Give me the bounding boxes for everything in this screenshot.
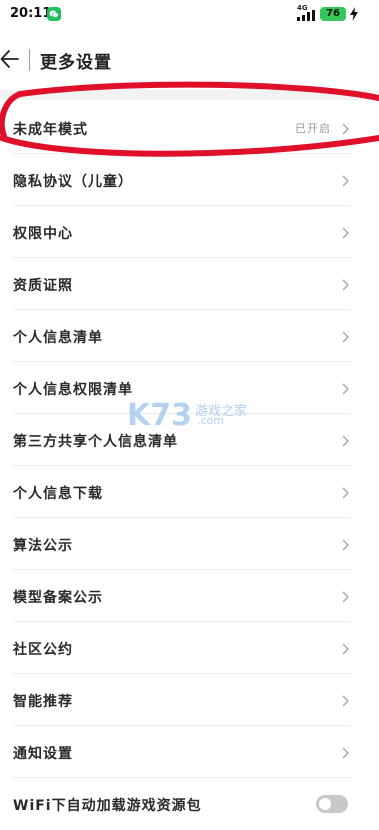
chevron-right-icon bbox=[342, 227, 349, 239]
page-title: 更多设置 bbox=[40, 53, 112, 73]
status-bar: 20:11 4G 76 bbox=[0, 0, 379, 28]
row-label: 第三方共享个人信息清单 bbox=[13, 434, 178, 450]
setting-community-rules[interactable]: 社区公约 bbox=[0, 622, 379, 674]
charging-icon bbox=[350, 7, 358, 21]
header-divider bbox=[29, 49, 30, 71]
toggle-knob bbox=[319, 798, 331, 810]
row-label: 权限中心 bbox=[13, 226, 73, 242]
chevron-right-icon bbox=[342, 747, 349, 759]
chevron-right-icon bbox=[342, 695, 349, 707]
setting-permission-center[interactable]: 权限中心 bbox=[0, 206, 379, 258]
setting-third-party-sharing[interactable]: 第三方共享个人信息清单 bbox=[0, 414, 379, 466]
setting-qualifications[interactable]: 资质证照 bbox=[0, 258, 379, 310]
chevron-right-icon bbox=[342, 123, 349, 135]
row-label: 未成年模式 bbox=[13, 122, 88, 138]
chevron-right-icon bbox=[342, 175, 349, 187]
setting-child-privacy[interactable]: 隐私协议（儿童） bbox=[0, 154, 379, 206]
setting-personal-info-list[interactable]: 个人信息清单 bbox=[0, 310, 379, 362]
settings-list: 未成年模式 已开启 隐私协议（儿童） 权限中心 资质证照 个人信息清单 个人信息… bbox=[0, 102, 379, 830]
chevron-right-icon bbox=[342, 383, 349, 395]
row-label: 社区公约 bbox=[13, 642, 73, 658]
signal-icon bbox=[297, 10, 315, 21]
chevron-right-icon bbox=[342, 435, 349, 447]
battery-indicator: 76 bbox=[320, 7, 346, 21]
row-label: 通知设置 bbox=[13, 746, 73, 762]
wechat-notification-icon bbox=[47, 7, 61, 21]
setting-smart-recommend[interactable]: 智能推荐 bbox=[0, 674, 379, 726]
status-time: 20:11 bbox=[10, 6, 52, 21]
row-label: 资质证照 bbox=[13, 278, 73, 294]
setting-algorithm-disclosure[interactable]: 算法公示 bbox=[0, 518, 379, 570]
row-label: 个人信息权限清单 bbox=[13, 382, 133, 398]
row-label: 隐私协议（儿童） bbox=[13, 174, 133, 190]
chevron-right-icon bbox=[342, 643, 349, 655]
chevron-right-icon bbox=[342, 539, 349, 551]
chevron-right-icon bbox=[342, 591, 349, 603]
back-arrow-icon[interactable] bbox=[0, 48, 20, 70]
chevron-right-icon bbox=[342, 331, 349, 343]
row-status-value: 已开启 bbox=[295, 122, 331, 135]
row-label: 个人信息清单 bbox=[13, 330, 103, 346]
setting-notifications[interactable]: 通知设置 bbox=[0, 726, 379, 778]
page-header: 更多设置 bbox=[0, 40, 379, 80]
chevron-right-icon bbox=[342, 279, 349, 291]
chevron-right-icon bbox=[342, 487, 349, 499]
setting-wifi-autoload: WiFi下自动加载游戏资源包 bbox=[0, 778, 379, 830]
row-label: 算法公示 bbox=[13, 538, 73, 554]
setting-personal-info-permissions[interactable]: 个人信息权限清单 bbox=[0, 362, 379, 414]
row-label: WiFi下自动加载游戏资源包 bbox=[13, 798, 202, 814]
setting-minor-mode[interactable]: 未成年模式 已开启 bbox=[0, 102, 379, 154]
wifi-autoload-toggle[interactable] bbox=[316, 795, 348, 813]
setting-model-filing[interactable]: 模型备案公示 bbox=[0, 570, 379, 622]
setting-personal-info-download[interactable]: 个人信息下载 bbox=[0, 466, 379, 518]
row-label: 模型备案公示 bbox=[13, 590, 103, 606]
row-label: 智能推荐 bbox=[13, 694, 73, 710]
section-separator bbox=[0, 90, 379, 100]
row-label: 个人信息下载 bbox=[13, 486, 103, 502]
